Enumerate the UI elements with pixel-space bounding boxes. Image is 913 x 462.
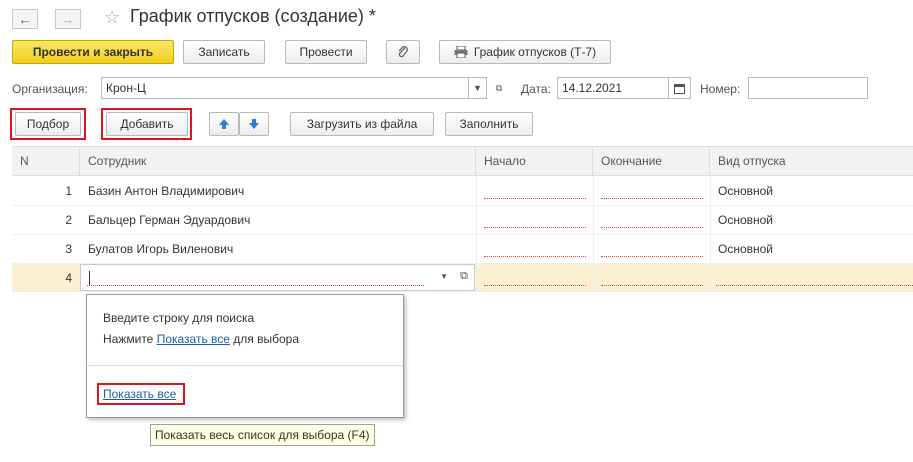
chevron-down-icon[interactable]: ▼ <box>440 272 448 281</box>
star-icon[interactable]: ☆ <box>104 7 120 28</box>
org-label: Организация: <box>12 82 88 96</box>
move-up-button[interactable] <box>209 112 239 136</box>
column-header-type[interactable]: Вид отпуска <box>710 147 913 175</box>
attach-button[interactable] <box>386 40 420 64</box>
column-divider <box>593 176 594 292</box>
load-from-file-button[interactable]: Загрузить из файла <box>290 112 434 136</box>
column-divider <box>710 176 711 292</box>
open-icon[interactable]: ⧉ <box>490 77 508 99</box>
fill-label: Заполнить <box>459 117 519 131</box>
print-report-label: График отпусков (Т-7) <box>473 45 597 59</box>
end-cell[interactable] <box>601 198 703 199</box>
end-cell[interactable] <box>601 285 703 286</box>
table-row[interactable]: 2 Бальцер Герман Эдуардович Основной <box>12 206 913 235</box>
start-cell[interactable] <box>484 285 586 286</box>
number-field[interactable] <box>748 77 868 99</box>
employee-cell[interactable]: Булатов Игорь Виленович <box>80 235 476 263</box>
page-title: График отпусков (создание) * <box>130 6 376 26</box>
row-number: 4 <box>65 271 72 285</box>
organization-field[interactable]: Крон-Ц <box>101 77 469 99</box>
chevron-down-icon[interactable]: ▼ <box>469 77 487 99</box>
show-all-highlight <box>97 383 185 405</box>
column-header-n[interactable]: N <box>12 147 80 175</box>
column-divider <box>476 176 477 292</box>
arrow-up-icon <box>219 119 229 129</box>
arrow-down-icon <box>249 119 259 129</box>
employee-cell[interactable]: Базин Антон Владимирович <box>80 177 476 205</box>
end-cell[interactable] <box>601 256 703 257</box>
start-cell[interactable] <box>484 256 586 257</box>
hint-prefix: Нажмите <box>103 332 157 346</box>
start-cell[interactable] <box>484 227 586 228</box>
column-header-employee[interactable]: Сотрудник <box>80 147 476 175</box>
printer-icon <box>454 46 468 58</box>
table-row[interactable]: 3 Булатов Игорь Виленович Основной <box>12 235 913 264</box>
move-down-button[interactable] <box>239 112 269 136</box>
save-button[interactable]: Записать <box>183 40 265 64</box>
arrow-right-icon: → <box>61 11 75 27</box>
post-and-close-label: Провести и закрыть <box>32 45 154 59</box>
type-cell[interactable]: Основной <box>710 235 913 263</box>
save-label: Записать <box>198 45 250 59</box>
text-cursor <box>89 271 90 286</box>
employee-cell[interactable]: Бальцер Герман Эдуардович <box>80 206 476 234</box>
post-label: Провести <box>299 45 353 59</box>
row-number: 2 <box>65 213 72 227</box>
forward-button[interactable]: → <box>55 9 81 29</box>
column-header-start[interactable]: Начало <box>476 147 593 175</box>
add-highlight <box>101 108 192 140</box>
arrow-left-icon: ← <box>18 11 32 27</box>
start-cell[interactable] <box>484 198 586 199</box>
fill-button[interactable]: Заполнить <box>445 112 533 136</box>
type-cell[interactable] <box>716 285 913 286</box>
date-field[interactable]: 14.12.2021 <box>557 77 669 99</box>
autocomplete-popup: Введите строку для поиска Нажмите Показа… <box>86 294 404 418</box>
popup-divider <box>87 365 403 366</box>
open-icon[interactable]: ⧉ <box>460 270 468 283</box>
type-cell[interactable]: Основной <box>710 206 913 234</box>
post-button[interactable]: Провести <box>285 40 367 64</box>
table-row-active[interactable]: 4 ▼ ⧉ <box>12 264 913 292</box>
table-header: N Сотрудник Начало Окончание Вид отпуска <box>12 146 913 176</box>
select-highlight <box>10 108 86 140</box>
table-row[interactable]: 1 Базин Антон Владимирович Основной <box>12 177 913 206</box>
row-number: 3 <box>65 242 72 256</box>
end-cell[interactable] <box>601 227 703 228</box>
tooltip: Показать весь список для выбора (F4) <box>150 424 375 446</box>
employee-input[interactable]: ▼ ⧉ <box>80 264 475 291</box>
load-from-file-label: Загрузить из файла <box>306 117 418 131</box>
back-button[interactable]: ← <box>12 9 38 29</box>
red-underline <box>87 285 424 286</box>
paperclip-icon <box>398 46 408 58</box>
type-cell[interactable]: Основной <box>710 177 913 205</box>
show-all-inline-link[interactable]: Показать все <box>157 332 230 346</box>
popup-hint-line1: Введите строку для поиска <box>103 311 255 325</box>
popup-hint-line2: Нажмите Показать все для выбора <box>103 332 299 346</box>
print-report-button[interactable]: График отпусков (Т-7) <box>439 40 611 64</box>
calendar-icon[interactable] <box>669 77 691 99</box>
hint-suffix: для выбора <box>229 332 300 346</box>
post-and-close-button[interactable]: Провести и закрыть <box>12 40 174 64</box>
number-label: Номер: <box>700 82 741 96</box>
row-number: 1 <box>65 184 72 198</box>
column-header-end[interactable]: Окончание <box>593 147 710 175</box>
date-label: Дата: <box>521 82 551 96</box>
